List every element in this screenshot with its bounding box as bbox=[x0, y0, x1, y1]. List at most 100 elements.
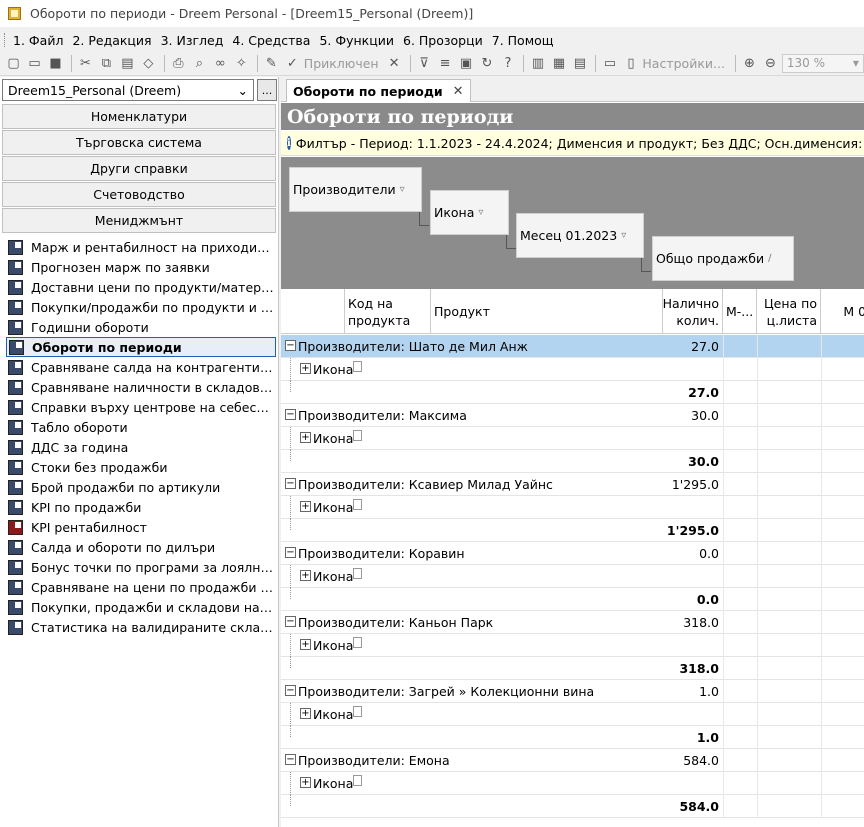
zoom-in-icon[interactable]: ⊕ bbox=[740, 54, 759, 73]
report-item[interactable]: Стоки без продажби bbox=[6, 457, 276, 477]
menu-functions[interactable]: 5. Функции bbox=[319, 33, 394, 48]
subgroup-row[interactable]: + Икона bbox=[281, 565, 864, 588]
column-header-code[interactable]: Код на продукта bbox=[345, 289, 431, 334]
print-icon[interactable]: ⎙ bbox=[169, 54, 188, 73]
window-icon[interactable]: ▣ bbox=[457, 54, 476, 73]
report-item[interactable]: Брой продажби по артикули bbox=[6, 477, 276, 497]
report-item[interactable]: KPI рентабилност bbox=[6, 517, 276, 537]
report-item[interactable]: Салда и обороти по дилъри bbox=[6, 537, 276, 557]
new-icon[interactable]: ▢ bbox=[4, 54, 23, 73]
group-management[interactable]: Мениджмънт bbox=[2, 208, 276, 233]
copy-icon[interactable]: ⧉ bbox=[97, 54, 116, 73]
expand-icon[interactable]: + bbox=[300, 363, 311, 374]
subgroup-row[interactable]: + Икона bbox=[281, 703, 864, 726]
panel-icon[interactable]: ▭ bbox=[600, 54, 619, 73]
report-item[interactable]: Доставни цени по продукти/материали bbox=[6, 277, 276, 297]
link-icon[interactable]: ∞ bbox=[211, 54, 230, 73]
post-button[interactable]: Приключен bbox=[304, 56, 379, 71]
report-item[interactable]: Покупки/продажби по продукти и мат... bbox=[6, 297, 276, 317]
subgroup-row[interactable]: + Икона bbox=[281, 496, 864, 519]
subgroup-row[interactable]: + Икона bbox=[281, 634, 864, 657]
filter-icon[interactable]: ⊽ bbox=[415, 54, 434, 73]
column-header-next[interactable]: М 02. bbox=[821, 289, 864, 334]
subgroup-row[interactable]: + Икона bbox=[281, 358, 864, 381]
sort-icon[interactable]: ∕ bbox=[768, 253, 771, 264]
collapse-icon[interactable]: − bbox=[285, 478, 296, 489]
tab-turnover-by-periods[interactable]: Обороти по периоди ✕ bbox=[286, 79, 471, 102]
group-row[interactable]: − Производители: Каньон Парк 318.0 bbox=[281, 611, 864, 634]
pivot-field-manufacturers[interactable]: Производители ▿ bbox=[289, 167, 422, 212]
report-item[interactable]: Марж и рентабилност на приходите о... bbox=[6, 237, 276, 257]
open-icon[interactable]: ▭ bbox=[25, 54, 44, 73]
filter-icon[interactable]: ▿ bbox=[478, 207, 483, 218]
pivot-field-total-sales[interactable]: Общо продажби ∕ bbox=[652, 236, 794, 281]
menu-edit[interactable]: 2. Редакция bbox=[72, 33, 151, 48]
menu-tools[interactable]: 4. Средства bbox=[232, 33, 310, 48]
report-item[interactable]: Справки върху центрове на себестойн... bbox=[6, 397, 276, 417]
group-row[interactable]: − Производители: Емона 584.0 bbox=[281, 749, 864, 772]
report-item[interactable]: Сравняване на цени по продажби с те... bbox=[6, 577, 276, 597]
help-icon[interactable]: ? bbox=[499, 54, 518, 73]
subgroup-row[interactable]: + Икона bbox=[281, 427, 864, 450]
eraser-icon[interactable]: ◇ bbox=[139, 54, 158, 73]
column-header-price[interactable]: Цена по ц.листа bbox=[757, 289, 821, 334]
collapse-icon[interactable]: − bbox=[285, 340, 296, 351]
edit-doc-icon[interactable]: ✎ bbox=[262, 54, 281, 73]
expand-icon[interactable]: + bbox=[300, 777, 311, 788]
expand-icon[interactable]: + bbox=[300, 639, 311, 650]
column-header-m[interactable]: М-... bbox=[723, 289, 757, 334]
column-header-qty[interactable]: Налично колич. bbox=[663, 289, 723, 334]
pivot-field-month[interactable]: Месец 01.2023 ▿ bbox=[516, 213, 644, 258]
group-row[interactable]: − Производители: Загрей » Колекционни вин… bbox=[281, 680, 864, 703]
cancel-icon[interactable]: ✕ bbox=[385, 54, 404, 73]
paste-icon[interactable]: ▤ bbox=[118, 54, 137, 73]
group-accounting[interactable]: Счетоводство bbox=[2, 182, 276, 207]
menu-view[interactable]: 3. Изглед bbox=[161, 33, 224, 48]
close-icon[interactable]: ✕ bbox=[453, 84, 464, 99]
database-select[interactable]: Dreem15_Personal (Dreem) ⌄ bbox=[2, 79, 254, 101]
report-item[interactable]: Годишни обороти bbox=[6, 317, 276, 337]
report-item[interactable]: Покупки, продажби и складови налич... bbox=[6, 597, 276, 617]
report-item[interactable]: Статистика на валидираните складови ... bbox=[6, 617, 276, 637]
report-item[interactable]: Сравняване салда на контрагенти тър... bbox=[6, 357, 276, 377]
pin-icon[interactable]: ✧ bbox=[232, 54, 251, 73]
report-item[interactable]: Прогнозен марж по заявки bbox=[6, 257, 276, 277]
refresh-icon[interactable]: ↻ bbox=[478, 54, 497, 73]
collapse-icon[interactable]: − bbox=[285, 547, 296, 558]
collapse-icon[interactable]: − bbox=[285, 685, 296, 696]
report-item[interactable]: ДДС за година bbox=[6, 437, 276, 457]
zoom-select[interactable]: 130 % ▾ bbox=[781, 53, 864, 73]
group-other-reports[interactable]: Други справки bbox=[2, 156, 276, 181]
expand-icon[interactable]: + bbox=[300, 570, 311, 581]
report-item[interactable]: KPI по продажби bbox=[6, 497, 276, 517]
cut-icon[interactable]: ✂ bbox=[76, 54, 95, 73]
expand-icon[interactable]: + bbox=[300, 708, 311, 719]
report-item[interactable]: Обороти по периоди bbox=[6, 337, 276, 357]
save-icon[interactable]: ■ bbox=[46, 54, 65, 73]
column-header-product[interactable]: Продукт bbox=[431, 289, 663, 334]
settings-button[interactable]: Настройки... bbox=[642, 56, 725, 71]
subgroup-row[interactable]: + Икона bbox=[281, 772, 864, 795]
report-item[interactable]: Табло обороти bbox=[6, 417, 276, 437]
database-more-button[interactable]: ... bbox=[257, 79, 277, 101]
group-row[interactable]: − Производители: Шато де Мил Анж 27.0 bbox=[281, 335, 864, 358]
menu-windows[interactable]: 6. Прозорци bbox=[403, 33, 483, 48]
pivot-field-icon[interactable]: Икона ▿ bbox=[430, 190, 509, 235]
collapse-icon[interactable]: − bbox=[285, 616, 296, 627]
zoom-out-icon[interactable]: ⊖ bbox=[761, 54, 780, 73]
columns-icon[interactable]: ▦ bbox=[549, 54, 568, 73]
group-nomenclatures[interactable]: Номенклатури bbox=[2, 104, 276, 129]
expand-icon[interactable]: + bbox=[300, 432, 311, 443]
group-trade-system[interactable]: Търговска система bbox=[2, 130, 276, 155]
settings-icon[interactable]: ▯ bbox=[621, 54, 640, 73]
layout-icon[interactable]: ▥ bbox=[528, 54, 547, 73]
collapse-icon[interactable]: − bbox=[285, 754, 296, 765]
expand-icon[interactable]: + bbox=[300, 501, 311, 512]
group-row[interactable]: − Производители: Ксавиер Милад Уайнс 1'295… bbox=[281, 473, 864, 496]
filter-icon[interactable]: ▿ bbox=[400, 184, 405, 195]
list-icon[interactable]: ≡ bbox=[436, 54, 455, 73]
group-row[interactable]: − Производители: Коравин 0.0 bbox=[281, 542, 864, 565]
report-item[interactable]: Бонус точки по програми за лоялност bbox=[6, 557, 276, 577]
print-preview-icon[interactable]: ⌕ bbox=[190, 54, 209, 73]
check-icon[interactable]: ✓ bbox=[283, 54, 302, 73]
